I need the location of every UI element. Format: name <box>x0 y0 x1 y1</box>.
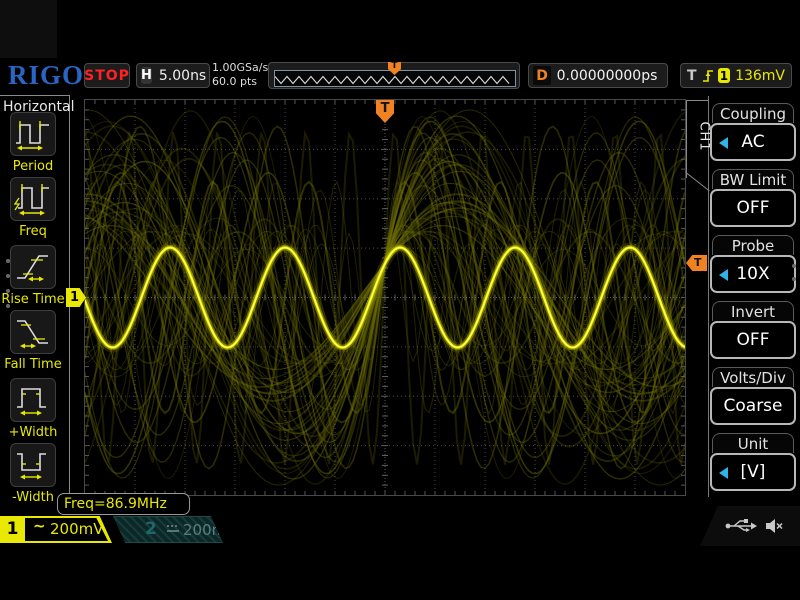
channel1-scale: 200mV <box>50 520 104 538</box>
menu-item-period[interactable]: Period <box>10 112 68 174</box>
channel2-number: 2 <box>145 519 157 539</box>
page-indicator-dot <box>6 304 10 308</box>
trigger-readout[interactable]: T 1 136mV <box>680 63 792 88</box>
menu-item-rise-time[interactable]: Rise Time <box>10 245 68 307</box>
channel1-number: 1 <box>0 518 25 541</box>
menu-label-unit: Unit <box>712 433 794 453</box>
speaker-muted-icon <box>764 517 784 535</box>
rise-time-icon <box>10 245 56 289</box>
timebase-value: 5.00ns <box>159 68 206 84</box>
menu-value-invert[interactable]: OFF <box>710 321 796 359</box>
menu-value-bw-limit[interactable]: OFF <box>710 189 796 227</box>
option-triangle-icon <box>719 137 728 149</box>
waveform-display-area[interactable] <box>84 99 686 496</box>
fall-time-icon <box>10 310 56 354</box>
frequency-counter-readout: Freq=86.9MHz <box>57 493 190 515</box>
plus-width-icon <box>10 378 56 422</box>
menu-label-bw-limit: BW Limit <box>712 169 794 189</box>
trigger-key-label: T <box>687 68 697 84</box>
channel2-scale: 200mV <box>183 521 237 539</box>
menu-label-coupling: Coupling <box>712 103 794 123</box>
menu-label-probe: Probe <box>712 235 794 255</box>
freq-icon <box>10 177 56 221</box>
rising-edge-icon <box>702 68 713 84</box>
channel1-status-badge[interactable]: 1 ~ 200mV <box>0 516 112 543</box>
menu-value-volts-div[interactable]: Coarse <box>710 387 796 425</box>
trigger-source-badge: 1 <box>718 68 730 83</box>
menu-item-plus-width[interactable]: +Width <box>10 378 68 440</box>
page-indicator-dot <box>6 259 10 263</box>
minus-width-icon <box>10 443 56 487</box>
channel-tab: CH1 <box>686 100 708 178</box>
page-indicator-dot <box>6 274 10 278</box>
page-indicator-dot <box>792 264 796 268</box>
trigger-level-marker[interactable]: T <box>686 255 707 271</box>
menu-value-coupling[interactable]: AC <box>710 123 796 161</box>
oscilloscope-screen: RIGOL STOP H 5.00ns 1.00GSa/s 60.0 pts T… <box>0 0 800 600</box>
option-triangle-icon <box>719 467 728 479</box>
menu-value-unit[interactable]: [V] <box>710 453 796 491</box>
menu-value-probe[interactable]: 10X <box>710 255 796 293</box>
right-panel-border <box>708 96 709 497</box>
dc-coupling-icon <box>165 522 181 536</box>
horizontal-key-icon: H <box>141 67 152 84</box>
run-state-button[interactable]: STOP <box>84 63 130 88</box>
timebase-readout[interactable]: H 5.00ns <box>136 63 210 88</box>
menu-item-freq[interactable]: Freq <box>10 177 68 239</box>
ac-coupling-icon: ~ <box>33 517 46 535</box>
menu-label-volts-div: Volts/Div <box>712 367 794 387</box>
page-indicator-dot <box>6 289 10 293</box>
usb-icon <box>724 517 758 535</box>
run-state-label: STOP <box>84 68 130 84</box>
status-icons-panel <box>700 506 800 546</box>
delay-key-icon: D <box>533 66 551 85</box>
menu-label-invert: Invert <box>712 301 794 321</box>
page-indicator-dot <box>792 277 796 281</box>
channel1-level-marker[interactable]: 1 <box>66 288 86 307</box>
menu-item-fall-time[interactable]: Fall Time <box>10 310 68 372</box>
period-icon <box>10 112 56 156</box>
sample-rate-readout: 1.00GSa/s 60.0 pts <box>212 61 268 89</box>
trigger-level-value: 136mV <box>735 68 785 84</box>
delay-value: 0.00000000ps <box>557 68 658 84</box>
top-corner-panel <box>0 0 57 58</box>
delay-readout[interactable]: D 0.00000000ps <box>528 63 668 88</box>
channel2-status-badge[interactable]: 2 200mV <box>113 516 223 543</box>
option-triangle-icon <box>719 269 728 281</box>
